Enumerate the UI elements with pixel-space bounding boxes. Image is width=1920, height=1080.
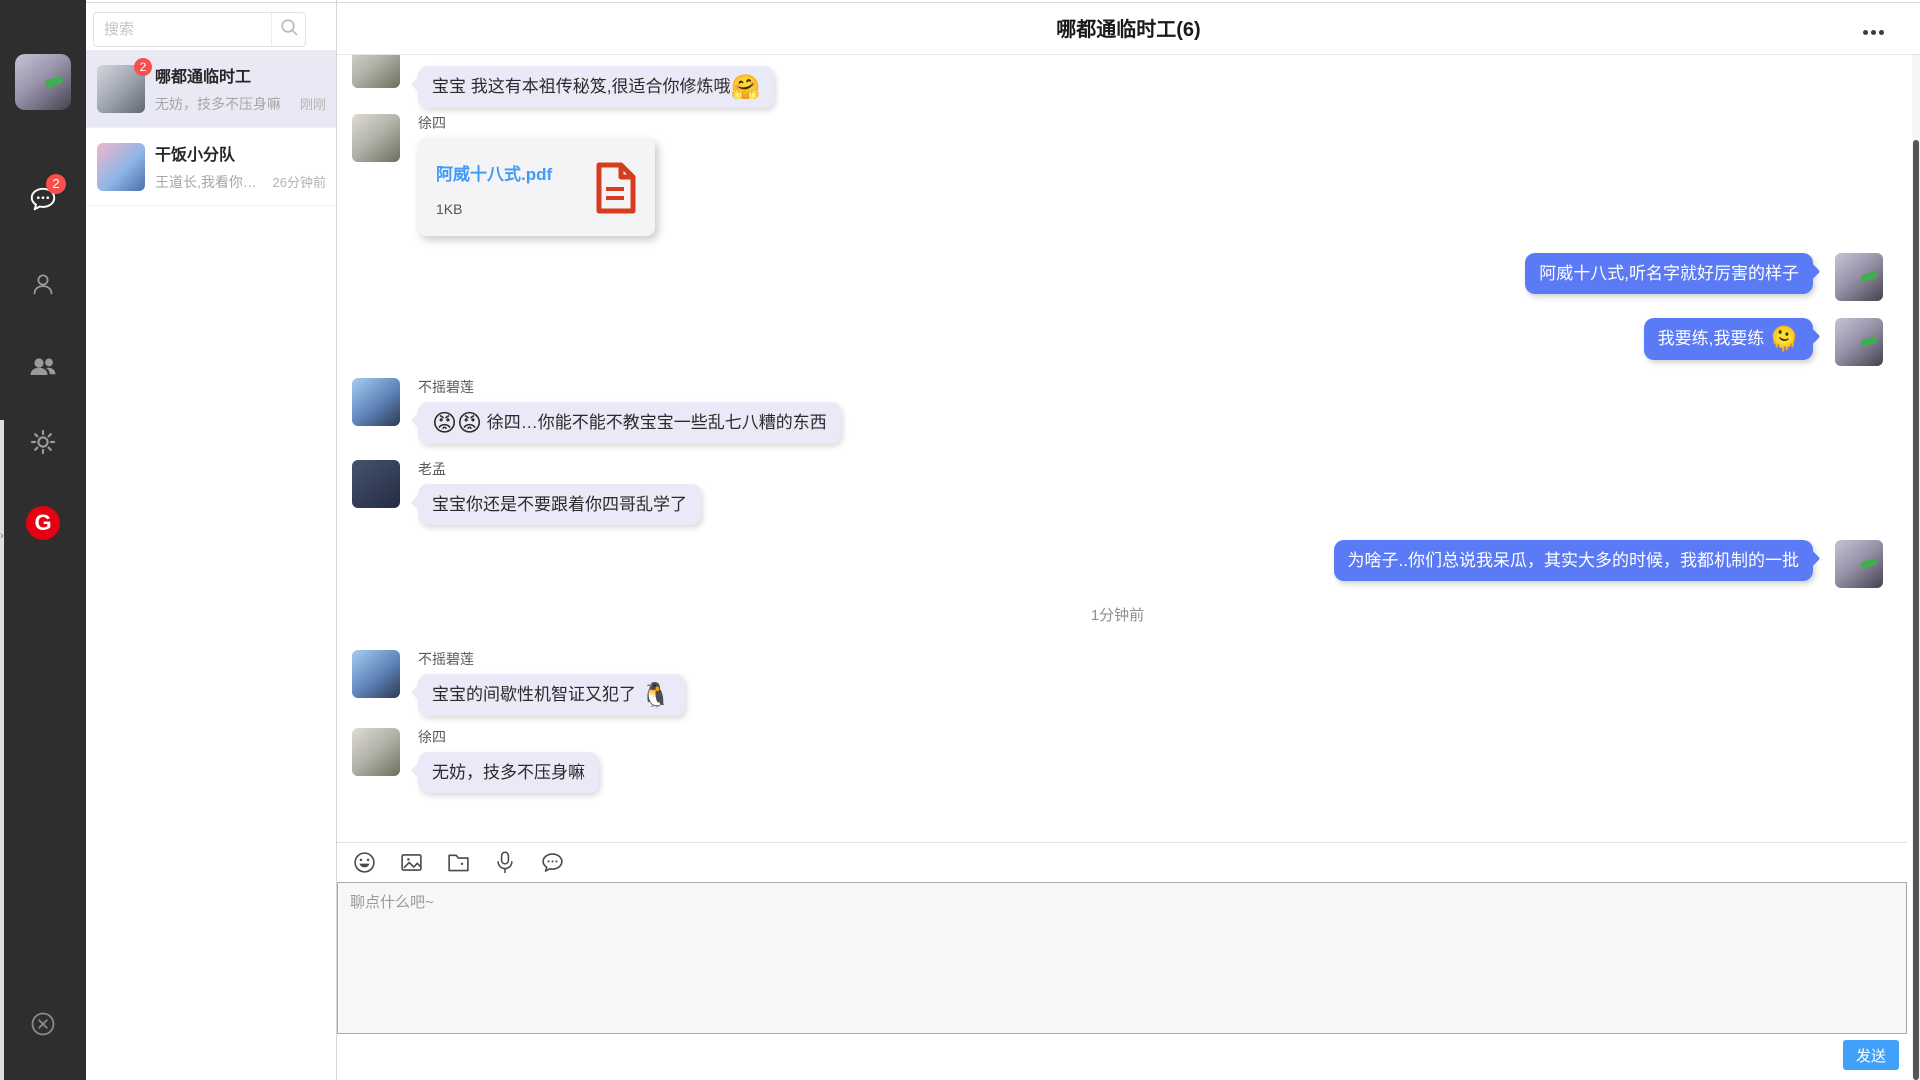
time-divider: 1分钟前 xyxy=(352,607,1883,625)
message-row: 老孟宝宝你还是不要跟着你四哥乱学了 xyxy=(352,460,1883,525)
search-input[interactable] xyxy=(94,21,271,38)
sidebar-item-groups[interactable] xyxy=(0,352,86,385)
chat-record-icon[interactable] xyxy=(538,849,566,877)
chats-unread-badge: 2 xyxy=(46,174,66,194)
window-top-border xyxy=(86,2,1920,3)
people-icon xyxy=(28,352,58,385)
conversation-name: 哪都通临时工 xyxy=(155,63,326,87)
conversation-preview: 无妨，技多不压身嘛 xyxy=(155,94,294,114)
message-bubble[interactable]: 宝宝 我这有本祖传秘笈,很适合你修炼哦🤗 xyxy=(418,66,774,108)
avatar-xusi[interactable] xyxy=(352,728,400,776)
message-row: 徐四无妨，技多不压身嘛 xyxy=(352,728,1883,793)
chat-header: 哪都通临时工(6) xyxy=(337,0,1920,55)
send-button[interactable]: 发送 xyxy=(1843,1040,1899,1070)
conversation-avatar[interactable]: 2 xyxy=(97,65,145,113)
avatar-laomeng[interactable] xyxy=(352,460,400,508)
more-options-icon[interactable] xyxy=(1859,26,1888,39)
collapsed-panel-edge xyxy=(0,420,4,1080)
message-input-panel xyxy=(337,882,1907,1034)
scrollbar-thumb[interactable] xyxy=(1913,140,1919,1080)
message-input[interactable] xyxy=(338,883,1906,1033)
sidebar-item-close[interactable] xyxy=(0,1010,86,1043)
send-row: 发送 xyxy=(337,1034,1907,1080)
conversation-texts: 哪都通临时工无妨，技多不压身嘛刚刚 xyxy=(155,63,326,114)
avatar-xusi[interactable] xyxy=(352,114,400,162)
gear-icon xyxy=(29,428,57,461)
conversation-preview: 王道长,我看你才… xyxy=(155,172,267,192)
conversation-time: 26分钟前 xyxy=(273,172,326,191)
g-logo-icon: G xyxy=(26,506,60,540)
conversation-list-item[interactable]: 2哪都通临时工无妨，技多不压身嘛刚刚 xyxy=(86,50,336,128)
message-row: 不摇碧莲宝宝的间歇性机智证又犯了 🐧 xyxy=(352,650,1883,716)
search-button[interactable] xyxy=(271,13,305,46)
sender-name: 徐四 xyxy=(418,114,655,132)
message-bubble[interactable]: 无妨，技多不压身嘛 xyxy=(418,752,599,793)
profile-avatar[interactable] xyxy=(15,54,71,110)
file-size: 1KB xyxy=(436,201,552,217)
folder-icon[interactable] xyxy=(444,849,472,877)
scrollbar-track[interactable] xyxy=(1912,55,1920,1080)
sender-name: 老孟 xyxy=(418,460,701,478)
image-icon[interactable] xyxy=(397,849,425,877)
emoji: 😡 xyxy=(457,409,482,437)
message-bubble[interactable]: 宝宝的间歇性机智证又犯了 🐧 xyxy=(418,674,685,716)
avatar-self[interactable] xyxy=(1835,318,1883,366)
unread-badge: 2 xyxy=(134,58,152,76)
avatar-self[interactable] xyxy=(1835,253,1883,301)
message-row: 阿威十八式,听名字就好厉害的样子 xyxy=(352,253,1883,301)
app-window: › 2 xyxy=(0,0,1920,1080)
avatar-self[interactable] xyxy=(1835,540,1883,588)
message-row: 不摇碧莲 😡😡 徐四…你能不能不教宝宝一些乱七八糟的东西 xyxy=(352,378,1883,444)
file-name[interactable]: 阿威十八式.pdf xyxy=(436,160,552,185)
message-bubble[interactable]: 阿威十八式,听名字就好厉害的样子 xyxy=(1525,253,1813,294)
pdf-file-icon xyxy=(593,162,637,214)
sidebar-item-contacts[interactable] xyxy=(0,270,86,303)
sender-name: 徐四 xyxy=(418,728,599,746)
chat-panel: 哪都通临时工(6) 宝宝 我这有本祖传秘笈,很适合你修炼哦🤗徐四阿威十八式.pd… xyxy=(337,0,1920,1080)
search-box xyxy=(93,12,306,47)
emoji: 🤗 xyxy=(730,73,760,101)
sidebar-item-app-logo[interactable]: G xyxy=(0,506,86,540)
circle-x-icon xyxy=(29,1010,57,1043)
avatar-buyaobilian[interactable] xyxy=(352,378,400,426)
composer-toolbar xyxy=(337,842,1907,882)
message-row: 我要练,我要练 🫠 xyxy=(352,318,1883,366)
panel-expand-arrow[interactable]: › xyxy=(0,528,8,544)
message-list: 宝宝 我这有本祖传秘笈,很适合你修炼哦🤗徐四阿威十八式.pdf1KB阿威十八式,… xyxy=(337,55,1903,842)
message-bubble[interactable]: 宝宝你还是不要跟着你四哥乱学了 xyxy=(418,484,701,525)
emoji: 🫠 xyxy=(1769,325,1799,353)
sidebar-item-settings[interactable] xyxy=(0,428,86,461)
sender-name: 不摇碧莲 xyxy=(418,378,841,396)
file-message-card[interactable]: 阿威十八式.pdf 1KB xyxy=(418,138,655,236)
search-icon xyxy=(278,16,300,43)
avatar-xusi[interactable] xyxy=(352,55,400,88)
sender-name: 不摇碧莲 xyxy=(418,650,685,668)
chat-title: 哪都通临时工(6) xyxy=(1056,13,1200,42)
conversation-avatar[interactable] xyxy=(97,143,145,191)
conversation-name: 干饭小分队 xyxy=(155,141,326,165)
emoji: 😡 xyxy=(432,409,457,437)
message-row: 徐四阿威十八式.pdf 1KB xyxy=(352,114,1883,236)
icon-sidebar: 2 xyxy=(0,0,86,1080)
microphone-icon[interactable] xyxy=(491,849,519,877)
message-row: 宝宝 我这有本祖传秘笈,很适合你修炼哦🤗 xyxy=(352,66,1883,108)
conversation-texts: 干饭小分队王道长,我看你才… 26分钟前 xyxy=(155,141,326,192)
message-bubble[interactable]: 😡😡 徐四…你能不能不教宝宝一些乱七八糟的东西 xyxy=(418,402,841,444)
sidebar-item-chats[interactable] xyxy=(0,184,86,219)
conversation-list-item[interactable]: 干饭小分队王道长,我看你才… 26分钟前 xyxy=(86,128,336,206)
message-row: 为啥子..你们总说我呆瓜，其实大多的时候，我都机制的一批 xyxy=(352,540,1883,588)
message-bubble[interactable]: 我要练,我要练 🫠 xyxy=(1644,318,1813,360)
conversation-time: 刚刚 xyxy=(300,94,326,113)
avatar-buyaobilian[interactable] xyxy=(352,650,400,698)
emoji-icon[interactable] xyxy=(350,849,378,877)
message-bubble[interactable]: 为啥子..你们总说我呆瓜，其实大多的时候，我都机制的一批 xyxy=(1334,540,1813,581)
file-info: 阿威十八式.pdf 1KB xyxy=(436,160,552,217)
person-icon xyxy=(29,270,57,303)
emoji: 🐧 xyxy=(641,681,671,709)
conversation-list-panel: 2哪都通临时工无妨，技多不压身嘛刚刚干饭小分队王道长,我看你才…26分钟前 xyxy=(86,0,337,1080)
conversation-items: 2哪都通临时工无妨，技多不压身嘛刚刚干饭小分队王道长,我看你才…26分钟前 xyxy=(86,50,336,206)
